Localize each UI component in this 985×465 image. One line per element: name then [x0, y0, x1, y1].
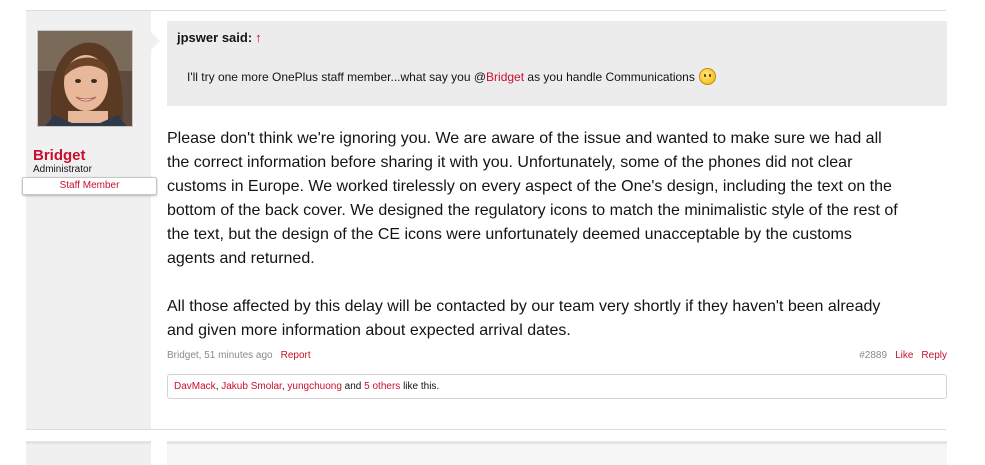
quote-mention-link[interactable]: Bridget	[486, 70, 524, 84]
confused-smiley-icon	[698, 68, 716, 85]
message-line: agents and returned.	[167, 250, 315, 267]
next-post-sidebar	[26, 441, 151, 465]
staff-member-badge: Staff Member	[22, 177, 157, 195]
avatar[interactable]	[37, 30, 133, 127]
author-name-link[interactable]: Bridget	[33, 147, 86, 164]
quote-block	[167, 21, 947, 106]
likes-and-text: and	[341, 381, 365, 392]
post-bottom-divider	[26, 429, 946, 430]
liker-link[interactable]: yungchuong	[287, 381, 342, 392]
message-line: the text, but the design of the CE icons…	[167, 226, 852, 243]
post-byline[interactable]: Bridget, 51 minutes ago	[167, 350, 273, 361]
quote-said-label: said:	[221, 30, 253, 45]
message-line: the correct information before sharing i…	[167, 154, 853, 171]
likes-suffix: like this.	[400, 381, 440, 392]
reply-link[interactable]: Reply	[921, 350, 947, 361]
quote-text-end: as you handle Communications	[524, 70, 695, 84]
like-link[interactable]: Like	[895, 350, 913, 361]
next-post-content	[167, 441, 947, 465]
jump-to-quote-arrow-icon[interactable]: ↑	[255, 30, 262, 45]
sidebar-arrow	[151, 32, 160, 50]
message-paragraph-2: All those affected by this delay will be…	[167, 295, 947, 343]
author-user-title: Administrator	[33, 164, 92, 175]
quote-attribution: jpswer said: ↑	[177, 30, 262, 45]
liker-link[interactable]: Jakub Smolar	[221, 381, 282, 392]
message-line: All those affected by this delay will be…	[167, 298, 881, 315]
quote-text-start: I'll try one more OnePlus staff member..…	[187, 70, 487, 84]
likes-summary: DavMack, Jakub Smolar, yungchuong and 5 …	[167, 374, 947, 399]
quote-text: I'll try one more OnePlus staff member..…	[187, 68, 716, 85]
message-paragraph-1: Please don't think we're ignoring you. W…	[167, 127, 947, 271]
quote-author: jpswer	[177, 30, 219, 45]
message-line: bottom of the back cover. We designed th…	[167, 202, 898, 219]
message-line: customs in Europe. We worked tirelessly …	[167, 178, 892, 195]
post-meta: Bridget, 51 minutes ago Report	[167, 350, 311, 361]
liker-link[interactable]: DavMack	[174, 381, 216, 392]
report-link[interactable]: Report	[281, 350, 311, 361]
post-message-body: Please don't think we're ignoring you. W…	[167, 127, 947, 343]
post-number-link[interactable]: #2889	[859, 350, 887, 361]
message-line: and given more information about expecte…	[167, 322, 571, 339]
post-top-divider	[26, 10, 946, 11]
message-line: Please don't think we're ignoring you. W…	[167, 130, 882, 147]
avatar-photo	[38, 31, 132, 126]
post-actions: #2889 Like Reply	[820, 350, 947, 361]
others-likers-link[interactable]: 5 others	[364, 381, 400, 392]
